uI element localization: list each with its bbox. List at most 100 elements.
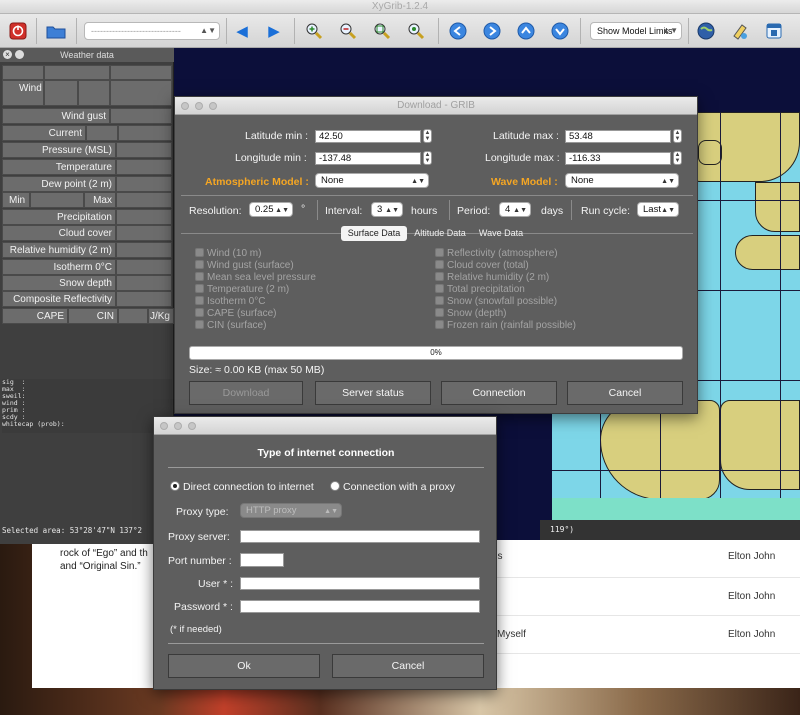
lon-min-spinner[interactable]: ▲ ▼ [423, 151, 432, 165]
checkbox-box[interactable] [195, 260, 204, 269]
window-icon[interactable] [762, 20, 786, 42]
zoom-window-button[interactable] [188, 422, 196, 430]
run-cycle-select[interactable]: Last ▲▼ [637, 202, 679, 217]
checkbox-label: CAPE (surface) [207, 308, 277, 319]
data-checkbox[interactable]: Snow (snowfall possible) [435, 296, 557, 307]
port-number-input[interactable] [240, 553, 284, 567]
interval-select[interactable]: 3 ▲▼ [371, 202, 403, 217]
period-select[interactable]: 4 ▲▼ [499, 202, 531, 217]
checkbox-box[interactable] [435, 260, 444, 269]
lat-min-input[interactable]: 42.50 [315, 130, 421, 143]
open-folder-icon[interactable] [44, 20, 68, 42]
data-checkbox[interactable]: Frozen rain (rainfall possible) [435, 320, 576, 331]
connection-cancel-button[interactable]: Cancel [332, 654, 484, 678]
lon-min-input[interactable]: -137.48 [315, 152, 421, 165]
data-checkbox[interactable]: Cloud cover (total) [435, 260, 529, 271]
grib-file-combo[interactable]: ------------------------------ ▲▼ [84, 22, 220, 40]
zoom-fit-icon[interactable] [370, 20, 394, 42]
minimize-window-button[interactable] [195, 102, 203, 110]
download-button[interactable]: Download [189, 381, 303, 405]
direct-connection-radio[interactable]: Direct connection to internet [170, 481, 314, 493]
checkbox-box[interactable] [435, 284, 444, 293]
data-checkbox[interactable]: Wind (10 m) [195, 248, 261, 259]
globe-icon[interactable] [694, 20, 718, 42]
ok-button[interactable]: Ok [168, 654, 320, 678]
checkbox-label: Snow (depth) [447, 308, 507, 319]
data-checkbox[interactable]: Snow (depth) [435, 308, 506, 319]
track-row[interactable]: l Myself Elton John [492, 616, 800, 654]
tab-altitude-data[interactable]: Altitude Data [409, 226, 471, 241]
data-checkbox[interactable]: CIN (surface) [195, 320, 266, 331]
server-status-button[interactable]: Server status [315, 381, 431, 405]
data-checkbox[interactable]: Mean sea level pressure [195, 272, 316, 283]
lon-max-spinner[interactable]: ▲ ▼ [673, 151, 682, 165]
row-humidity: Relative humidity (2 m) [2, 242, 116, 258]
checkbox-box[interactable] [435, 272, 444, 281]
minimize-window-button[interactable] [174, 422, 182, 430]
resolution-unit: ° [301, 203, 306, 215]
quit-icon[interactable] [6, 20, 30, 42]
left-circle-icon[interactable] [446, 20, 470, 42]
wave-model-select[interactable]: None ▲▼ [565, 173, 679, 188]
close-icon[interactable]: × [3, 50, 12, 59]
cancel-button[interactable]: Cancel [567, 381, 683, 405]
checkbox-box[interactable] [195, 272, 204, 281]
track-row[interactable]: Elton John [492, 578, 800, 616]
checkbox-box[interactable] [195, 284, 204, 293]
data-checkbox[interactable]: Reflectivity (atmosphere) [435, 248, 558, 259]
lon-max-input[interactable]: -116.33 [565, 152, 671, 165]
lat-max-input[interactable]: 53.48 [565, 130, 671, 143]
proxy-connection-radio[interactable]: Connection with a proxy [330, 481, 455, 493]
data-checkbox[interactable]: Isotherm 0°C [195, 296, 265, 307]
restore-icon[interactable] [15, 50, 24, 59]
resolution-select[interactable]: 0.25 ▲▼ [249, 202, 293, 217]
interval-label: Interval: [325, 205, 363, 217]
connection-button[interactable]: Connection [441, 381, 557, 405]
proxy-type-select[interactable]: HTTP proxy ▲▼ [240, 503, 342, 518]
row-wind-gust: Wind gust [2, 108, 110, 124]
checkbox-label: Cloud cover (total) [447, 260, 529, 271]
size-text: Size: ≈ 0.00 KB (max 50 MB) [189, 364, 325, 376]
checkbox-box[interactable] [435, 320, 444, 329]
track-row[interactable]: rls Elton John [492, 540, 800, 578]
checkbox-box[interactable] [195, 248, 204, 257]
prev-arrow-icon[interactable]: ◀ [230, 20, 254, 42]
map-status-bar: 119°) [540, 520, 800, 540]
user-input[interactable] [240, 577, 480, 590]
paint-icon[interactable] [728, 20, 752, 42]
checkbox-box[interactable] [195, 320, 204, 329]
lat-min-spinner[interactable]: ▲ ▼ [423, 129, 432, 143]
zoom-out-icon[interactable] [336, 20, 360, 42]
data-checkbox[interactable]: Total precipitation [435, 284, 525, 295]
password-input[interactable] [240, 600, 480, 613]
data-checkbox[interactable]: Temperature (2 m) [195, 284, 289, 295]
tab-wave-data[interactable]: Wave Data [473, 226, 529, 241]
zoom-window-button[interactable] [209, 102, 217, 110]
atmospheric-model-select[interactable]: None ▲▼ [315, 173, 429, 188]
zoom-in-icon[interactable] [302, 20, 326, 42]
data-checkbox[interactable]: Wind gust (surface) [195, 260, 294, 271]
connection-dialog-titlebar [154, 417, 496, 435]
checkbox-box[interactable] [435, 308, 444, 317]
checkbox-box[interactable] [435, 296, 444, 305]
checkbox-box[interactable] [435, 248, 444, 257]
next-arrow-icon[interactable]: ▶ [262, 20, 286, 42]
close-window-button[interactable] [160, 422, 168, 430]
model-limits-combo[interactable]: Show Model Limits ▲▼ [590, 22, 682, 40]
download-dialog-title: Download - GRIB [397, 100, 475, 111]
close-window-button[interactable] [181, 102, 189, 110]
up-circle-icon[interactable] [514, 20, 538, 42]
checkbox-label: Mean sea level pressure [207, 272, 316, 283]
row-max: Max [84, 192, 116, 208]
zoom-select-icon[interactable] [404, 20, 428, 42]
lat-max-spinner[interactable]: ▲ ▼ [673, 129, 682, 143]
right-circle-icon[interactable] [480, 20, 504, 42]
checkbox-box[interactable] [195, 308, 204, 317]
down-circle-icon[interactable] [548, 20, 572, 42]
tab-surface-data[interactable]: Surface Data [341, 226, 407, 241]
proxy-server-input[interactable] [240, 530, 480, 543]
data-checkbox[interactable]: Relative humidity (2 m) [435, 272, 549, 283]
data-checkbox[interactable]: CAPE (surface) [195, 308, 276, 319]
checkbox-box[interactable] [195, 296, 204, 305]
proxy-type-label: Proxy type: [176, 506, 229, 518]
